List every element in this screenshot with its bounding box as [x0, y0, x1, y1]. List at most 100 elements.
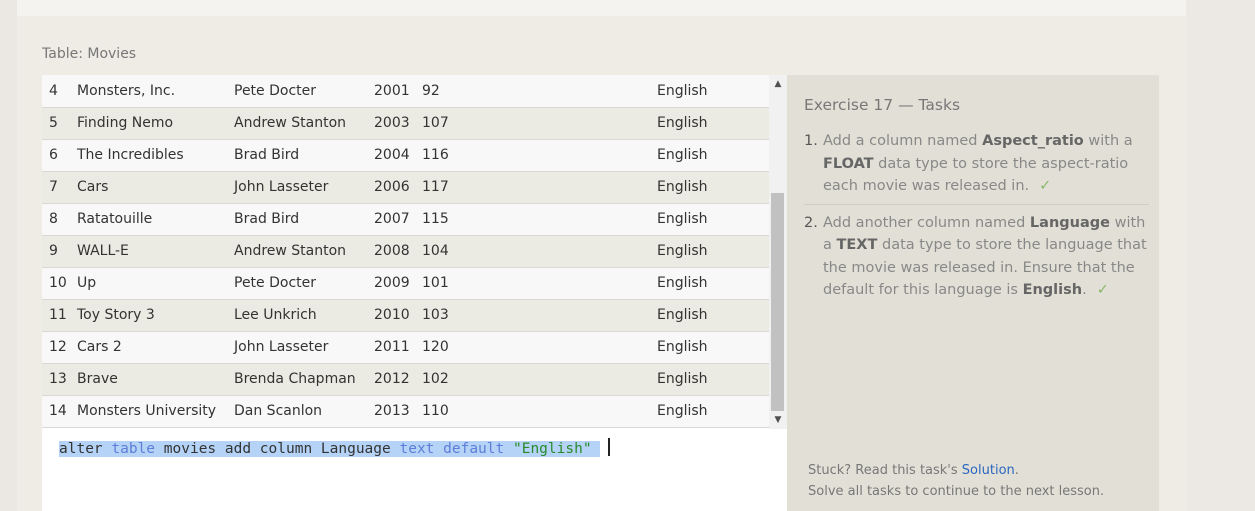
cell-year: 2007	[374, 211, 410, 227]
movies-table: 4 Monsters, Inc. Pete Docter 2001 92 English 5…	[42, 75, 769, 428]
table-row: 13 Brave Brenda Chapman 2012 102 English	[42, 363, 769, 395]
task-item: 2. Add another column named Language with…	[804, 203, 1149, 302]
cell-length: 120	[422, 339, 449, 355]
cell-language: English	[657, 339, 708, 355]
cell-length: 117	[422, 179, 449, 195]
code-token-keyword: text	[399, 441, 435, 457]
cell-language: English	[657, 371, 708, 387]
tasks-title: Exercise 17 — Tasks	[804, 96, 961, 114]
task-number: 1.	[804, 133, 818, 149]
cell-title: Monsters, Inc.	[77, 82, 176, 99]
cell-director: Pete Docter	[234, 82, 317, 99]
cell-year: 2003	[374, 115, 410, 131]
checkmark-icon: ✓	[1096, 282, 1109, 298]
cell-id: 8	[49, 211, 58, 227]
cell-director: Brenda Chapman	[234, 371, 356, 387]
code-token-keyword: table	[111, 441, 156, 457]
cell-director: Andrew Stanton	[234, 115, 347, 131]
cell-id: 12	[49, 339, 67, 355]
table-row: 5 Finding Nemo Andrew Stanton 2003 107 Englis…	[42, 107, 769, 139]
cell-year: 2004	[374, 147, 410, 163]
cell-director: Brad Bird	[234, 147, 300, 163]
cell-id: 11	[49, 307, 67, 323]
cell-director: Andrew Stanton	[234, 243, 347, 259]
cell-year: 2010	[374, 307, 410, 323]
cell-year: 2001	[374, 82, 410, 99]
cell-language: English	[657, 403, 708, 419]
code-token-keyword: default	[443, 441, 505, 457]
triangle-down-icon[interactable]: ▼	[769, 411, 787, 429]
task-keyword: Aspect_ratio	[982, 133, 1084, 149]
cell-director: Dan Scanlon	[234, 403, 323, 419]
table-title: Table: Movies	[42, 46, 137, 62]
task-text-part: Add another column named	[823, 214, 1030, 231]
task-text-part: .	[1082, 282, 1087, 298]
cell-language: English	[657, 147, 708, 163]
cell-id: 10	[49, 275, 67, 291]
table-row: 4 Monsters, Inc. Pete Docter 2001 92 English	[42, 75, 769, 107]
table-row: 8 Ratatouille Brad Bird 2007 115 English	[42, 203, 769, 235]
table-row: 11 Toy Story 3 Lee Unkrich 2010 103 English	[42, 299, 769, 331]
cell-length: 92	[422, 82, 440, 99]
task-text: Add another column named Language with a…	[823, 212, 1149, 302]
cell-year: 2009	[374, 275, 410, 291]
top-strip	[17, 0, 1186, 16]
text-caret	[608, 438, 611, 456]
cell-id: 4	[49, 82, 58, 99]
task-keyword: FLOAT	[823, 155, 874, 172]
task-text-part: with a	[1083, 133, 1133, 149]
table-row: 10 Up Pete Docter 2009 101 English	[42, 267, 769, 299]
cell-year: 2006	[374, 179, 410, 195]
task-text-part: Add a column named	[823, 133, 983, 149]
table-row: 12 Cars 2 John Lasseter 2011 120 English	[42, 331, 769, 363]
cell-year: 2011	[374, 339, 410, 355]
task-text: Add a column named Aspect_ratio with a F…	[823, 130, 1149, 198]
cell-id: 6	[49, 147, 58, 163]
task-keyword: Language	[1029, 214, 1110, 231]
checkmark-icon: ✓	[1039, 178, 1052, 194]
cell-title: Cars	[77, 179, 109, 195]
cell-language: English	[657, 307, 708, 323]
cell-id: 13	[49, 371, 67, 387]
cell-title: WALL-E	[77, 243, 129, 259]
cell-director: John Lasseter	[234, 339, 329, 355]
cell-length: 110	[422, 403, 449, 419]
cell-id: 9	[49, 243, 58, 259]
code-line[interactable]: alter table movies add column Language t…	[59, 438, 611, 459]
task-number: 2.	[804, 214, 818, 231]
cell-length: 116	[422, 147, 449, 163]
solution-link[interactable]: Solution	[962, 463, 1015, 478]
page-margin	[1186, 0, 1255, 511]
cell-director: Brad Bird	[234, 211, 300, 227]
cell-language: English	[657, 211, 708, 227]
cell-length: 107	[422, 115, 449, 131]
tasks-footer: Stuck? Read this task's Solution. Solve …	[808, 460, 1104, 502]
footer-line2: Solve all tasks to continue to the next …	[808, 484, 1105, 499]
task-keyword: English	[1022, 282, 1083, 298]
cell-language: English	[657, 179, 708, 195]
table-row: 6 The Incredibles Brad Bird 2004 116 English	[42, 139, 769, 171]
cell-year: 2013	[374, 403, 410, 419]
cell-year: 2012	[374, 371, 410, 387]
task-list: 1. Add a column named Aspect_ratio with a…	[804, 130, 1149, 302]
task-item: 1. Add a column named Aspect_ratio with a…	[804, 130, 1149, 198]
cell-title: Monsters University	[77, 403, 217, 419]
cell-length: 104	[422, 243, 449, 259]
code-token-plain: alter	[59, 441, 112, 457]
vertical-scrollbar[interactable]: ▲ ▼	[769, 75, 787, 429]
cell-id: 7	[49, 179, 58, 195]
scrollbar-thumb[interactable]	[771, 193, 784, 411]
footer-prefix: Stuck? Read this task's	[808, 463, 962, 478]
triangle-up-icon[interactable]: ▲	[769, 75, 787, 93]
sql-editor[interactable]: alter table movies add column Language t…	[42, 429, 787, 511]
cell-title: Cars 2	[77, 339, 122, 355]
tasks-panel: Exercise 17 — Tasks 1. Add a column named…	[787, 75, 1159, 511]
cell-director: Pete Docter	[234, 275, 317, 291]
code-token-plain: movies add column Language	[155, 441, 400, 457]
cell-language: English	[657, 82, 708, 99]
code-token-string: "English"	[512, 441, 592, 457]
selected-code[interactable]: alter table movies add column Language t…	[59, 441, 601, 457]
